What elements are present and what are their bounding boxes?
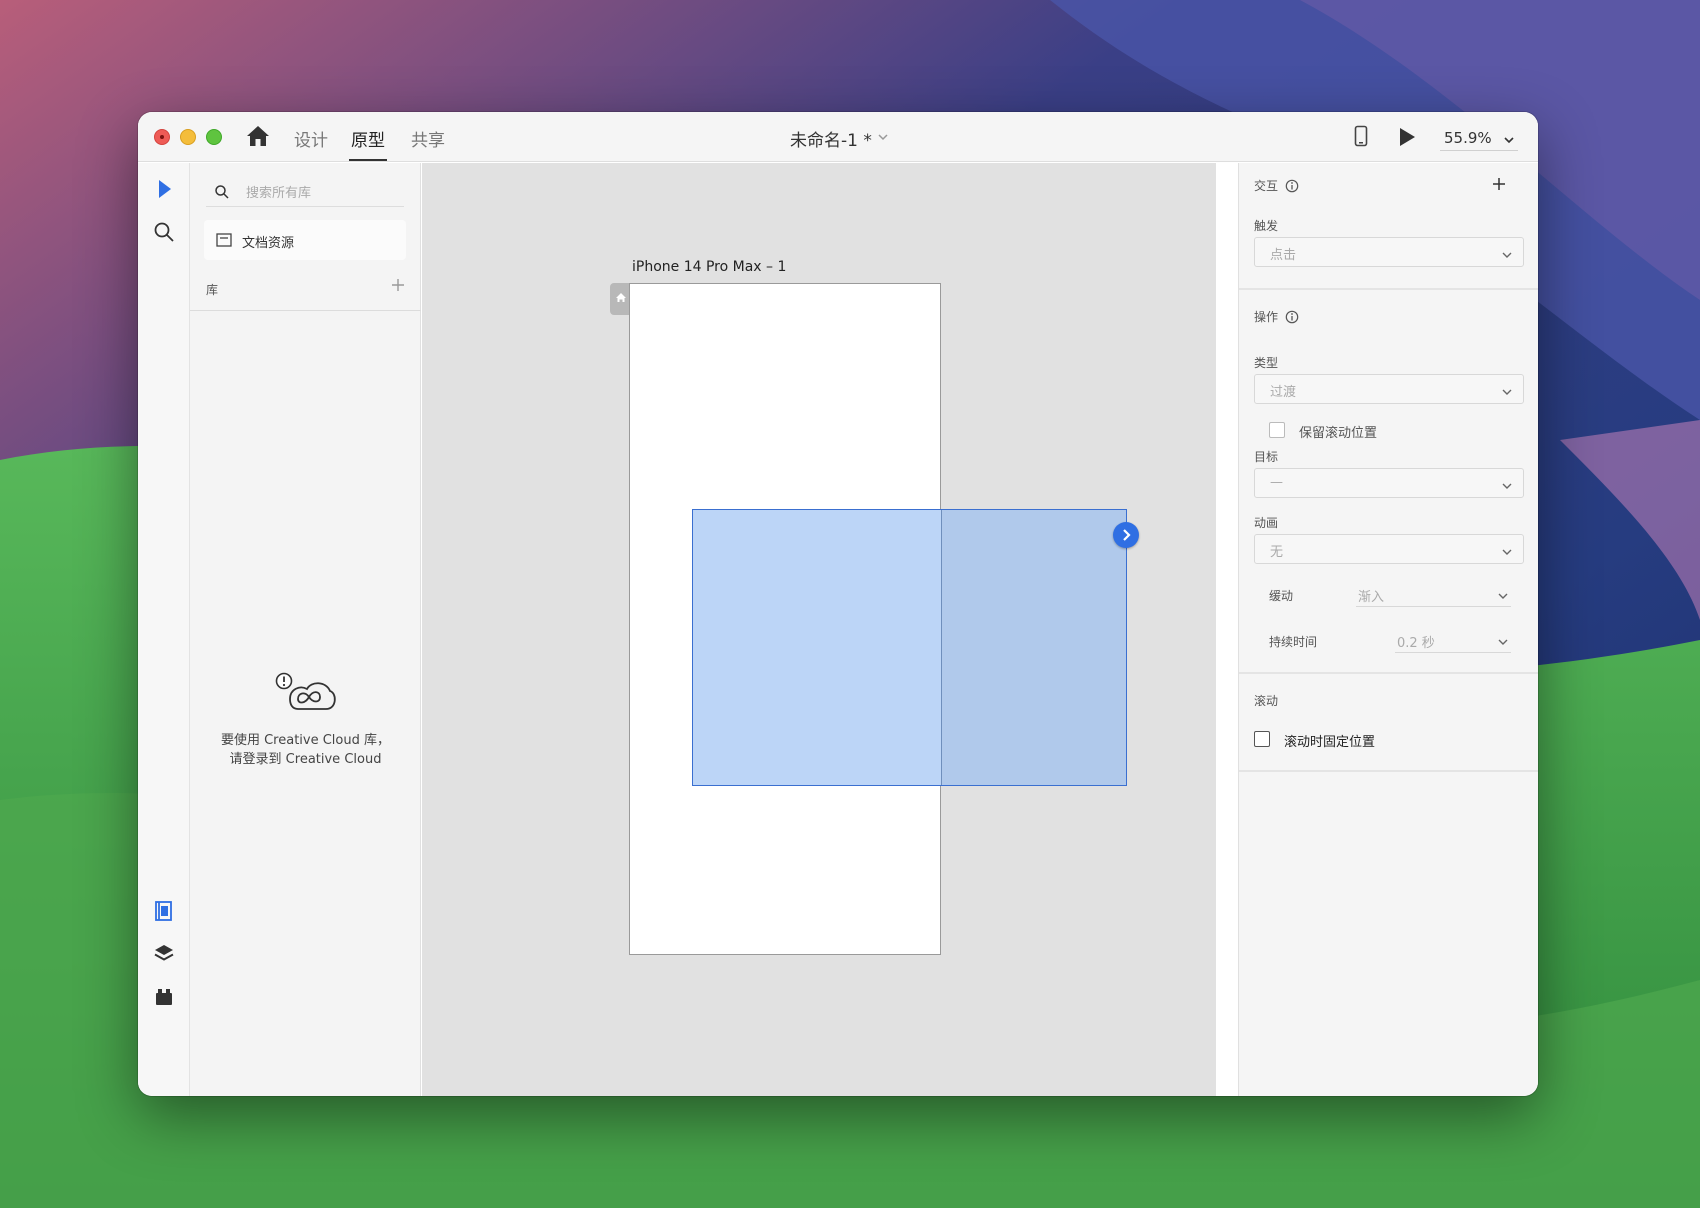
layers-icon[interactable] bbox=[152, 942, 176, 966]
mobile-device-icon[interactable] bbox=[1354, 125, 1368, 147]
creative-cloud-message: 要使用 Creative Cloud 库， 请登录到 Creative Clou… bbox=[190, 731, 421, 769]
chevron-right-icon[interactable] bbox=[1113, 522, 1139, 548]
zoom-value: 55.9% bbox=[1444, 129, 1492, 147]
type-dropdown[interactable]: 过渡 bbox=[1254, 374, 1524, 404]
chevron-down-icon bbox=[1497, 587, 1509, 599]
property-inspector: 交互 触发 点击 操作 类型 过渡 保留滚动位置 目标 — 动画 无 缓动 渐入… bbox=[1238, 163, 1538, 1096]
divider bbox=[1239, 770, 1538, 772]
info-icon[interactable] bbox=[1285, 309, 1299, 324]
select-arrow-icon[interactable] bbox=[152, 177, 176, 201]
type-value: 过渡 bbox=[1270, 385, 1297, 400]
cc-message-line2: 请登录到 Creative Cloud bbox=[229, 752, 382, 767]
divider bbox=[1239, 288, 1538, 290]
tab-prototype[interactable]: 原型 bbox=[351, 126, 385, 151]
type-label: 类型 bbox=[1254, 356, 1279, 370]
minimize-window-button[interactable] bbox=[180, 129, 196, 145]
fix-position-checkbox[interactable] bbox=[1254, 731, 1270, 747]
info-icon[interactable] bbox=[1285, 178, 1299, 193]
home-artboard-tag[interactable] bbox=[610, 283, 630, 315]
title-bar: 设计 原型 共享 未命名-1 * 55.9% bbox=[138, 112, 1538, 162]
chevron-down-icon bbox=[1502, 132, 1516, 146]
zoom-select[interactable]: 55.9% bbox=[1440, 127, 1518, 151]
plus-icon[interactable] bbox=[1491, 176, 1507, 192]
easing-value: 渐入 bbox=[1358, 590, 1385, 605]
animation-value: 无 bbox=[1270, 545, 1284, 560]
document-title[interactable]: 未命名-1 * bbox=[790, 126, 872, 151]
chevron-down-icon bbox=[1501, 477, 1513, 489]
divider bbox=[190, 310, 421, 311]
trigger-dropdown[interactable]: 点击 bbox=[1254, 237, 1524, 267]
libraries-heading: 库 bbox=[206, 283, 219, 297]
creative-cloud-alert-icon bbox=[274, 671, 338, 715]
preserve-scroll-label: 保留滚动位置 bbox=[1299, 426, 1378, 441]
animation-label: 动画 bbox=[1254, 516, 1279, 530]
document-assets-item[interactable]: 文档资源 bbox=[204, 220, 406, 260]
library-search-input[interactable] bbox=[246, 181, 396, 205]
left-toolbar bbox=[138, 163, 190, 1096]
tab-design[interactable]: 设计 bbox=[294, 126, 328, 151]
maximize-window-button[interactable] bbox=[206, 129, 222, 145]
target-label: 目标 bbox=[1254, 450, 1279, 464]
tab-share[interactable]: 共享 bbox=[411, 126, 445, 151]
fix-position-label: 滚动时固定位置 bbox=[1284, 735, 1376, 750]
document-assets-label: 文档资源 bbox=[242, 236, 295, 251]
animation-dropdown[interactable]: 无 bbox=[1254, 534, 1524, 564]
preserve-scroll-checkbox[interactable] bbox=[1269, 422, 1285, 438]
selection-border bbox=[692, 509, 1127, 786]
target-dropdown[interactable]: — bbox=[1254, 468, 1524, 498]
artboard-name[interactable]: iPhone 14 Pro Max – 1 bbox=[632, 259, 786, 275]
trigger-value: 点击 bbox=[1270, 248, 1297, 263]
close-window-button[interactable] bbox=[154, 129, 170, 145]
duration-value: 0.2 秒 bbox=[1397, 636, 1435, 651]
easing-label: 缓动 bbox=[1269, 589, 1294, 603]
interaction-section-title: 交互 bbox=[1254, 179, 1279, 193]
chevron-down-icon bbox=[1501, 246, 1513, 258]
document-assets-icon bbox=[216, 232, 232, 247]
search-icon bbox=[214, 184, 230, 200]
target-value: — bbox=[1270, 475, 1283, 490]
chevron-down-icon[interactable] bbox=[876, 129, 890, 143]
plugins-icon[interactable] bbox=[152, 985, 176, 1009]
app-window: 设计 原型 共享 未命名-1 * 55.9% 搜索所有库 文档资源 库 要使用 … bbox=[138, 112, 1538, 1096]
search-icon[interactable] bbox=[152, 220, 176, 244]
active-tab-indicator bbox=[349, 159, 387, 161]
library-search[interactable] bbox=[206, 181, 404, 207]
libraries-icon[interactable] bbox=[152, 899, 176, 923]
play-icon[interactable] bbox=[1398, 127, 1416, 147]
libraries-panel: 文档资源 库 要使用 Creative Cloud 库， 请登录到 Creati… bbox=[190, 163, 421, 1096]
duration-label: 持续时间 bbox=[1269, 635, 1318, 649]
cc-message-line1: 要使用 Creative Cloud 库， bbox=[220, 733, 391, 748]
easing-dropdown[interactable]: 渐入 bbox=[1356, 581, 1511, 607]
action-section-title: 操作 bbox=[1254, 310, 1279, 324]
plus-icon[interactable] bbox=[390, 277, 406, 293]
home-icon[interactable] bbox=[246, 125, 270, 147]
duration-dropdown[interactable]: 0.2 秒 bbox=[1395, 627, 1511, 653]
chevron-down-icon bbox=[1497, 633, 1509, 645]
chevron-down-icon bbox=[1501, 543, 1513, 555]
divider bbox=[1239, 672, 1538, 674]
scroll-section-title: 滚动 bbox=[1254, 694, 1279, 708]
chevron-down-icon bbox=[1501, 383, 1513, 395]
trigger-label: 触发 bbox=[1254, 219, 1279, 233]
